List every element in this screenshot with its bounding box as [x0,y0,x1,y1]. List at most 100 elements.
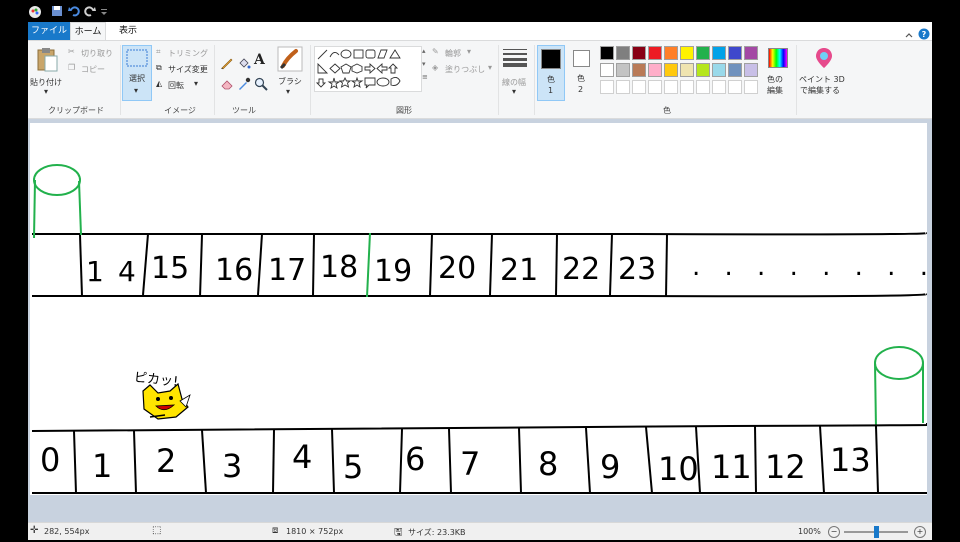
custom-color-slot[interactable] [680,80,694,94]
road-number: 6 [405,440,425,478]
pencil-icon[interactable] [220,55,234,70]
palette-swatch[interactable] [712,63,726,77]
palette-swatch[interactable] [728,46,742,60]
eraser-icon[interactable] [220,76,234,90]
outline-dropdown-icon[interactable]: ▾ [467,47,471,56]
palette-swatch[interactable] [616,63,630,77]
drawing-svg: 1 4 15 16 17 18 19 20 21 22 23 . . . . . . . . [31,164,954,495]
size-dropdown-icon[interactable]: ▾ [512,87,516,96]
fill-bucket-icon[interactable] [237,55,251,69]
edit-colors-label-2: 編集 [767,86,783,95]
drawing-canvas[interactable]: 1 4 15 16 17 18 19 20 21 22 23 . . . . . . . . [30,123,954,495]
shapes-gallery[interactable] [314,46,422,92]
scissors-icon: ✂ [68,47,75,56]
outline-icon: ✎ [432,47,439,56]
rotate-icon: ◭ [156,79,163,88]
group-divider [796,45,797,115]
brush-button[interactable]: ブラシ ▾ [274,45,306,101]
palette-swatch[interactable] [632,46,646,60]
svg-text:?: ? [922,30,927,39]
palette-swatch[interactable] [696,46,710,60]
road-number: 23 [618,252,656,287]
palette-swatch[interactable] [712,46,726,60]
line-width-icon [503,49,527,67]
edit-colors-button[interactable]: 色の 編集 [764,45,794,101]
fill-dropdown-icon[interactable]: ▾ [488,63,492,72]
brush-dropdown-icon[interactable]: ▾ [286,87,290,96]
palette-swatch[interactable] [600,46,614,60]
size-button[interactable]: 線の幅 ▾ [500,45,530,101]
magnifier-icon[interactable] [254,76,268,91]
color1-button[interactable]: 色 1 [537,45,565,101]
palette-swatch[interactable] [744,63,758,77]
custom-color-slot[interactable] [712,80,726,94]
title-bar [0,0,960,22]
edit-with-paint3d-button[interactable]: ペイント 3D で編集する [798,45,850,101]
custom-color-slot[interactable] [728,80,742,94]
cut-label: 切り取り [81,49,113,58]
road-number: 4 [292,438,312,476]
paste-dropdown-icon[interactable]: ▾ [44,87,48,96]
paint-app-icon[interactable] [28,5,42,19]
select-dropdown-icon[interactable]: ▾ [134,86,138,95]
shapes-expand-icon[interactable]: ≡ [422,73,428,81]
undo-icon[interactable] [67,5,81,19]
redo-icon[interactable] [83,5,97,19]
text-tool-icon[interactable]: A [254,52,268,68]
select-button[interactable]: 選択 ▾ [122,45,152,101]
shapes-scroll-up-icon[interactable]: ▴ [422,47,426,55]
zoom-slider-thumb[interactable] [873,526,879,538]
edit-colors-label-1: 色の [767,75,783,84]
rotate-dropdown-icon[interactable]: ▾ [194,79,198,88]
bottom-numbers: 0 1 2 3 4 5 6 7 8 9 10 11 12 13 [40,438,871,488]
custom-color-slot[interactable] [632,80,646,94]
resize-icon: ⧉ [156,63,162,72]
road-number: 15 [151,251,189,286]
palette-swatch[interactable] [744,46,758,60]
right-warp-pipe [874,346,924,430]
palette-swatch[interactable] [632,63,646,77]
palette-swatch[interactable] [600,63,614,77]
tab-home[interactable]: ホーム [70,22,106,40]
palette-swatch[interactable] [648,46,662,60]
tab-view[interactable]: 表示 [110,22,146,40]
tools-group-label: ツール [232,106,256,115]
color2-button[interactable]: 色 2 [568,45,596,101]
customize-qat-icon[interactable] [99,5,109,19]
road-number: 0 [40,441,60,479]
save-icon[interactable] [50,5,64,19]
road-number: 9 [600,448,620,486]
file-size-icon: 🖫 [394,527,403,538]
zoom-slider[interactable] [844,526,908,538]
color2-number: 2 [578,85,584,94]
palette-swatch[interactable] [616,46,630,60]
custom-color-slot[interactable] [696,80,710,94]
paste-button[interactable]: 貼り付け ▾ [30,45,62,99]
tab-file[interactable]: ファイル [28,22,70,40]
palette-swatch[interactable] [728,63,742,77]
zoom-out-button[interactable]: − [828,526,840,538]
color-picker-icon[interactable] [237,76,251,90]
custom-color-slot[interactable] [616,80,630,94]
road-number: 16 [215,253,253,288]
palette-swatch[interactable] [696,63,710,77]
custom-color-slot[interactable] [744,80,758,94]
palette-swatch[interactable] [664,46,678,60]
road-number: 20 [438,251,476,286]
ribbon-home: 貼り付け ▾ ✂ 切り取り ❐ コピー クリップボード 選択 ▾ ⌗ トリミング… [28,40,932,119]
shapes-scroll-down-icon[interactable]: ▾ [422,60,426,68]
custom-color-slot[interactable] [648,80,662,94]
palette-swatch[interactable] [648,63,662,77]
palette-swatch[interactable] [664,63,678,77]
group-divider [534,45,535,115]
palette-swatch[interactable] [680,46,694,60]
help-icon[interactable]: ? [918,25,930,40]
top-road-upper-line [31,232,928,236]
custom-color-slot[interactable] [664,80,678,94]
collapse-ribbon-icon[interactable] [904,26,914,38]
speech-text: ピカッ! [133,370,179,390]
palette-swatch[interactable] [680,63,694,77]
file-size: サイズ: 23.3KB [408,528,466,537]
custom-color-slot[interactable] [600,80,614,94]
zoom-in-button[interactable]: + [914,526,926,538]
